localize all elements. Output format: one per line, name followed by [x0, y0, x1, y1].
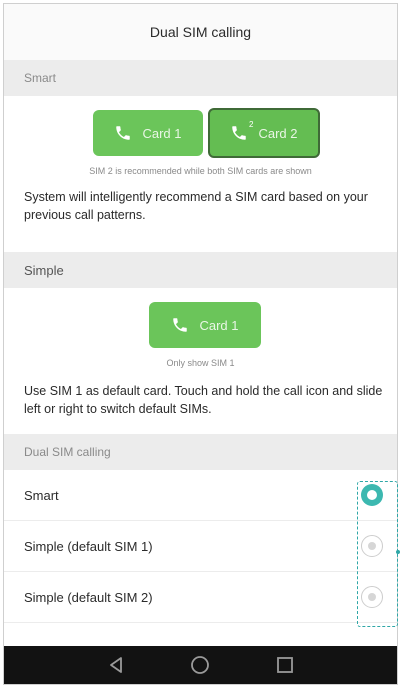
- card-1-button-preview: Card 1: [149, 302, 261, 348]
- smart-caption: SIM 2 is recommended while both SIM card…: [89, 166, 312, 176]
- simple-caption: Only show SIM 1: [166, 358, 235, 368]
- option-simple-sim2[interactable]: Simple (default SIM 2): [4, 572, 397, 623]
- card-2-label: Card 2: [258, 125, 298, 141]
- simple-preview: Card 1 Only show SIM 1 Use SIM 1 as defa…: [4, 288, 397, 434]
- simple-description: Use SIM 1 as default card. Touch and hol…: [24, 384, 383, 416]
- option-smart[interactable]: Smart: [4, 470, 397, 521]
- option-label: Smart: [24, 487, 59, 503]
- title-bar: Dual SIM calling: [4, 4, 397, 60]
- phone-icon: [232, 126, 247, 140]
- card-1-label: Card 1: [142, 125, 182, 141]
- smart-description: System will intelligently recommend a SI…: [24, 190, 368, 222]
- smart-preview: Card 1 2 Card 2 SIM 2 is recommended whi…: [4, 96, 397, 252]
- section-header-smart: Smart: [4, 60, 397, 96]
- phone-icon-wrapper: 2: [230, 120, 253, 142]
- radio-highlight-box: [357, 481, 398, 627]
- back-icon[interactable]: [104, 653, 128, 677]
- option-label: Simple (default SIM 1): [24, 538, 153, 554]
- phone-icon: [116, 126, 131, 140]
- home-icon[interactable]: [188, 653, 212, 677]
- option-simple-sim1[interactable]: Simple (default SIM 1): [4, 521, 397, 572]
- card-2-button-preview: 2 Card 2: [208, 108, 320, 158]
- section-header-label: Dual SIM calling: [24, 445, 111, 459]
- recents-icon[interactable]: [273, 653, 297, 677]
- section-header-label: Simple: [24, 262, 64, 278]
- section-header-dual-sim: Dual SIM calling: [4, 434, 397, 470]
- page-title: Dual SIM calling: [149, 24, 252, 40]
- callout-dot: [396, 550, 400, 554]
- phone-icon: [173, 318, 188, 332]
- sim-badge: 2: [249, 120, 254, 129]
- section-header-label: Smart: [24, 71, 57, 85]
- card-1-label: Card 1: [199, 317, 239, 333]
- option-label: Simple (default SIM 2): [24, 589, 153, 605]
- screen-frame: Dual SIM calling Smart Card 1 2 Card 2 S…: [3, 3, 398, 685]
- options-list: Smart Simple (default SIM 1) Simple (def…: [4, 470, 397, 623]
- navigation-bar: [4, 646, 397, 684]
- section-header-simple: Simple: [4, 252, 397, 288]
- card-1-button-preview: Card 1: [93, 110, 203, 156]
